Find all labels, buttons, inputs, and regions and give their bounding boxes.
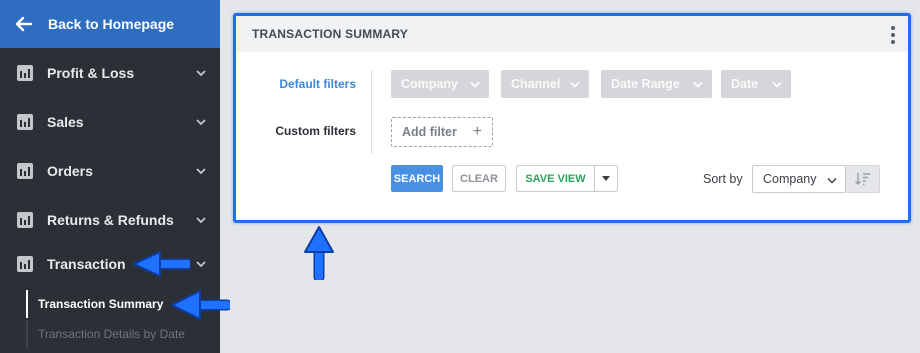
sidebar-item-returns-refunds[interactable]: Returns & Refunds — [0, 196, 220, 244]
bar-chart-icon — [17, 65, 33, 81]
arrow-left-icon — [0, 16, 48, 32]
sidebar-subitem-transaction-details-by-date[interactable]: Transaction Details by Date — [26, 320, 220, 348]
sidebar-item-sales[interactable]: Sales — [0, 98, 220, 146]
filter-chip-label: Company — [401, 77, 458, 91]
filter-chip-label: Channel — [511, 77, 561, 91]
sidebar-item-orders[interactable]: Orders — [0, 147, 220, 195]
bar-chart-icon — [17, 256, 33, 272]
filter-chip-date-range[interactable]: Date Range — [601, 70, 712, 98]
panel-title: TRANSACTION SUMMARY — [252, 27, 409, 41]
bar-chart-icon — [17, 114, 33, 130]
back-link-label: Back to Homepage — [48, 16, 175, 32]
sidebar-item-label: Orders — [47, 163, 93, 179]
sidebar-subitem-label: Transaction Summary — [38, 297, 164, 311]
chevron-down-icon — [693, 81, 703, 88]
custom-filters-label: Custom filters — [275, 124, 356, 138]
panel-header: TRANSACTION SUMMARY — [236, 16, 908, 52]
default-filters-label[interactable]: Default filters — [236, 77, 356, 91]
chevron-down-icon — [570, 81, 580, 88]
bar-chart-icon — [17, 212, 33, 228]
filter-chip-label: Date Range — [611, 77, 680, 91]
sidebar-item-label: Returns & Refunds — [47, 212, 174, 228]
add-filter-button[interactable]: Add filter + — [391, 117, 493, 147]
search-button[interactable]: SEARCH — [391, 165, 443, 192]
chevron-down-icon — [196, 261, 206, 268]
save-view-dropdown-button[interactable] — [594, 165, 618, 192]
sort-by-value: Company — [763, 172, 817, 186]
sort-by-label: Sort by — [703, 172, 743, 186]
sidebar-item-label: Profit & Loss — [47, 65, 135, 81]
chevron-down-icon — [196, 70, 206, 77]
sort-descending-icon — [854, 173, 870, 186]
caret-down-icon — [602, 176, 610, 181]
sidebar-item-label: Sales — [47, 114, 84, 130]
chevron-down-icon — [470, 81, 480, 88]
callout-arrow-transaction — [133, 251, 190, 277]
chevron-down-icon — [196, 119, 206, 126]
filter-chip-date[interactable]: Date — [721, 70, 791, 98]
clear-button[interactable]: CLEAR — [452, 165, 506, 192]
chevron-down-icon — [772, 81, 782, 88]
add-filter-label: Add filter — [402, 125, 457, 139]
save-view-button[interactable]: SAVE VIEW — [516, 165, 594, 192]
transaction-summary-panel: TRANSACTION SUMMARY Default filters Cust… — [233, 13, 911, 223]
callout-arrow-transaction-summary — [171, 290, 230, 320]
sidebar-subitem-label: Transaction Details by Date — [38, 327, 185, 341]
bar-chart-icon — [17, 163, 33, 179]
filter-chip-channel[interactable]: Channel — [501, 70, 589, 98]
chevron-down-icon — [827, 177, 837, 184]
callout-arrow-panel — [304, 226, 334, 280]
sort-by-select[interactable]: Company — [752, 165, 846, 193]
sidebar-item-profit-loss[interactable]: Profit & Loss — [0, 49, 220, 97]
kebab-menu-icon[interactable] — [890, 26, 896, 44]
sort-direction-button[interactable] — [846, 165, 880, 193]
plus-icon: + — [472, 123, 482, 140]
filter-chip-label: Date — [731, 77, 759, 91]
chevron-down-icon — [196, 168, 206, 175]
filter-chip-company[interactable]: Company — [391, 70, 489, 98]
chevron-down-icon — [196, 217, 206, 224]
sidebar-item-label: Transaction — [47, 256, 126, 272]
back-to-homepage-link[interactable]: Back to Homepage — [0, 0, 220, 48]
filters-divider — [371, 70, 372, 154]
